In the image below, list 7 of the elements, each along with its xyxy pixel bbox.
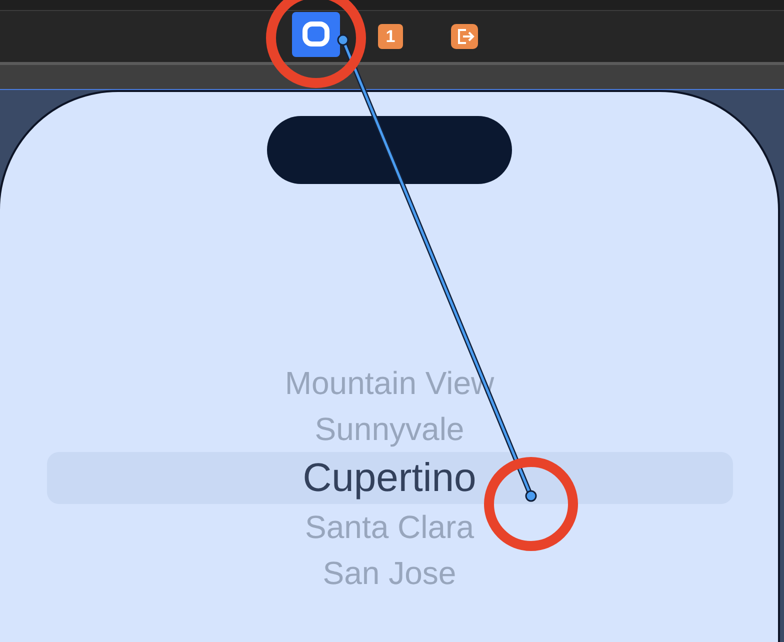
picker-row[interactable]: San Jose [322,550,456,596]
picker-row[interactable]: Cupertino [46,452,732,504]
number-badge[interactable]: 1 [378,24,403,49]
picker-row[interactable]: Sunnyvale [314,406,464,452]
exit-icon[interactable] [451,24,478,49]
view-controller-icon[interactable] [292,12,340,56]
picker-row[interactable]: Santa Clara [305,504,474,550]
